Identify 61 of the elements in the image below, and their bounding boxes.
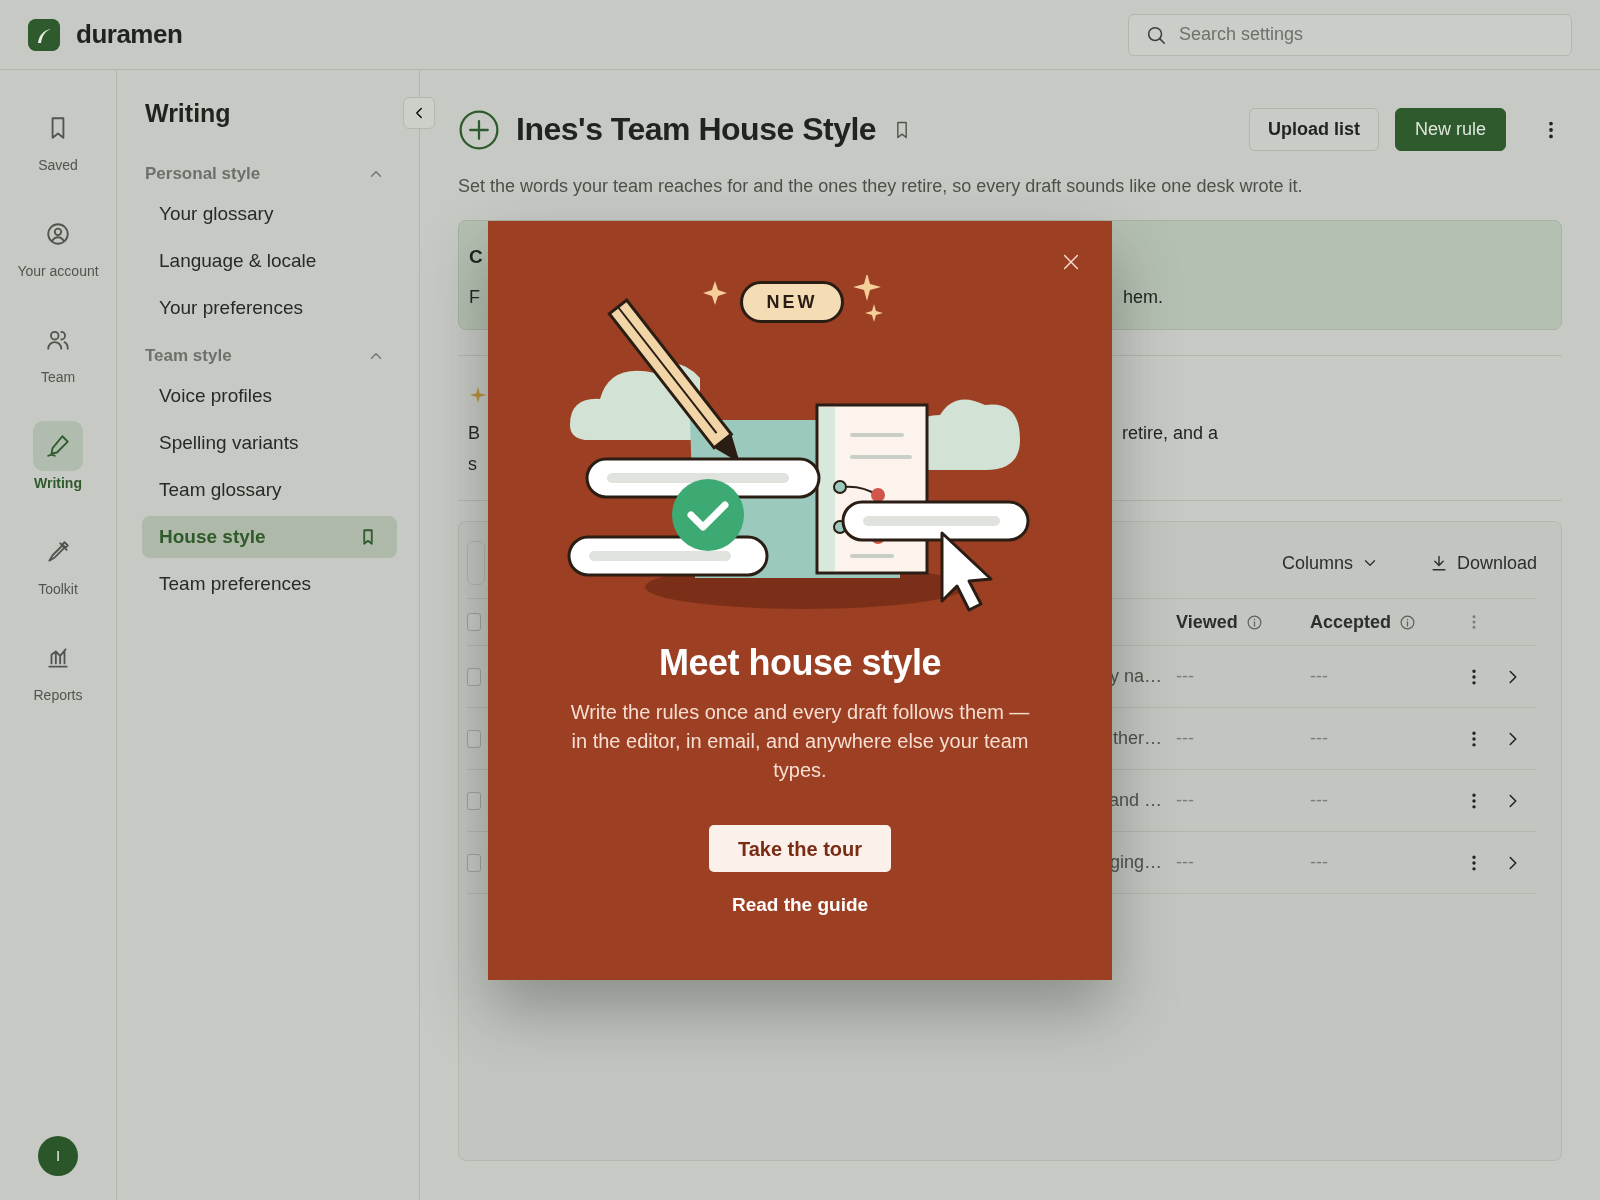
avatar[interactable]: I [38,1136,78,1176]
table-cell: --- [1310,790,1328,810]
sidebar-item[interactable]: Team glossary [142,469,397,511]
chart-icon [45,645,71,671]
nav-item[interactable]: Saved [0,103,117,209]
sidebar-item[interactable]: Your glossary [142,193,397,235]
user-icon [45,221,71,247]
table-cell: --- [1176,852,1194,872]
nav-item[interactable]: Toolkit [0,527,117,633]
checkbox[interactable] [467,853,481,872]
dialog-title: Meet house style [657,641,943,685]
info-icon [1399,613,1417,631]
intro-text: s [468,453,478,476]
pen-icon [45,433,71,459]
intro-text: B [468,422,481,445]
checkbox[interactable] [467,729,481,748]
search-field[interactable]: Search settings [1128,13,1572,56]
info-icon [1245,613,1263,631]
banner-text: hem. [1123,286,1164,307]
table-cell: --- [1310,728,1328,748]
sidebar-item[interactable]: Team preferences [142,563,397,605]
table-cell: --- [1310,666,1328,686]
app-name: duramen [76,18,183,51]
nav-item[interactable]: Your account [0,209,117,315]
column-header: Accepted [1310,610,1392,634]
table-cell: --- [1176,666,1194,686]
table-cell: --- [1310,852,1328,872]
dropper-icon [45,539,71,565]
table-cell: ging… [1109,852,1162,872]
table-search-field[interactable] [467,541,485,585]
new-badge: NEW [740,281,844,323]
checkbox[interactable] [467,791,481,810]
leaf-logo-icon [28,18,60,51]
upload-button[interactable]: Upload list [1248,108,1379,151]
checkbox[interactable] [467,667,481,686]
banner-title: C [469,245,484,269]
sidebar-item[interactable]: Your preferences [142,287,397,329]
table-cell: --- [1176,790,1194,810]
nav-item[interactable]: Writing [0,421,117,527]
sidebar-item[interactable]: House style [142,516,397,558]
download-button[interactable]: Download [1428,549,1537,577]
column-header: Viewed [1176,610,1238,634]
table-cell: --- [1176,728,1194,748]
page-subtitle: Set the words your team reaches for and the ones they retire, so every draft sounds like one desk wrote it. [458,175,1304,198]
guide-link[interactable]: Read the guide [725,890,875,921]
tour-button[interactable]: Take the tour [708,825,892,873]
new-rule-button[interactable]: New rule [1394,108,1506,151]
columns-button[interactable]: Columns [1281,549,1379,577]
intro-text: retire, and a [1122,423,1219,443]
checkbox[interactable] [467,613,481,631]
sidebar-item[interactable]: Spelling variants [142,422,397,464]
dialog-text: Write the rules once and every draft follows them — in the editor, in email, and anywhere else your team types. [569,700,1031,784]
sidebar-title: Writing [145,98,232,128]
nav-item[interactable]: Team [0,315,117,421]
page-title: Ines's Team House Style [516,110,877,149]
nav-item[interactable]: Reports [0,633,117,739]
table-cell: ther… [1112,728,1162,748]
sidebar-item[interactable]: Voice profiles [142,375,397,417]
add-icon[interactable] [458,108,500,151]
sidebar-item[interactable]: Language & locale [142,240,397,282]
banner-text: F [469,285,481,309]
